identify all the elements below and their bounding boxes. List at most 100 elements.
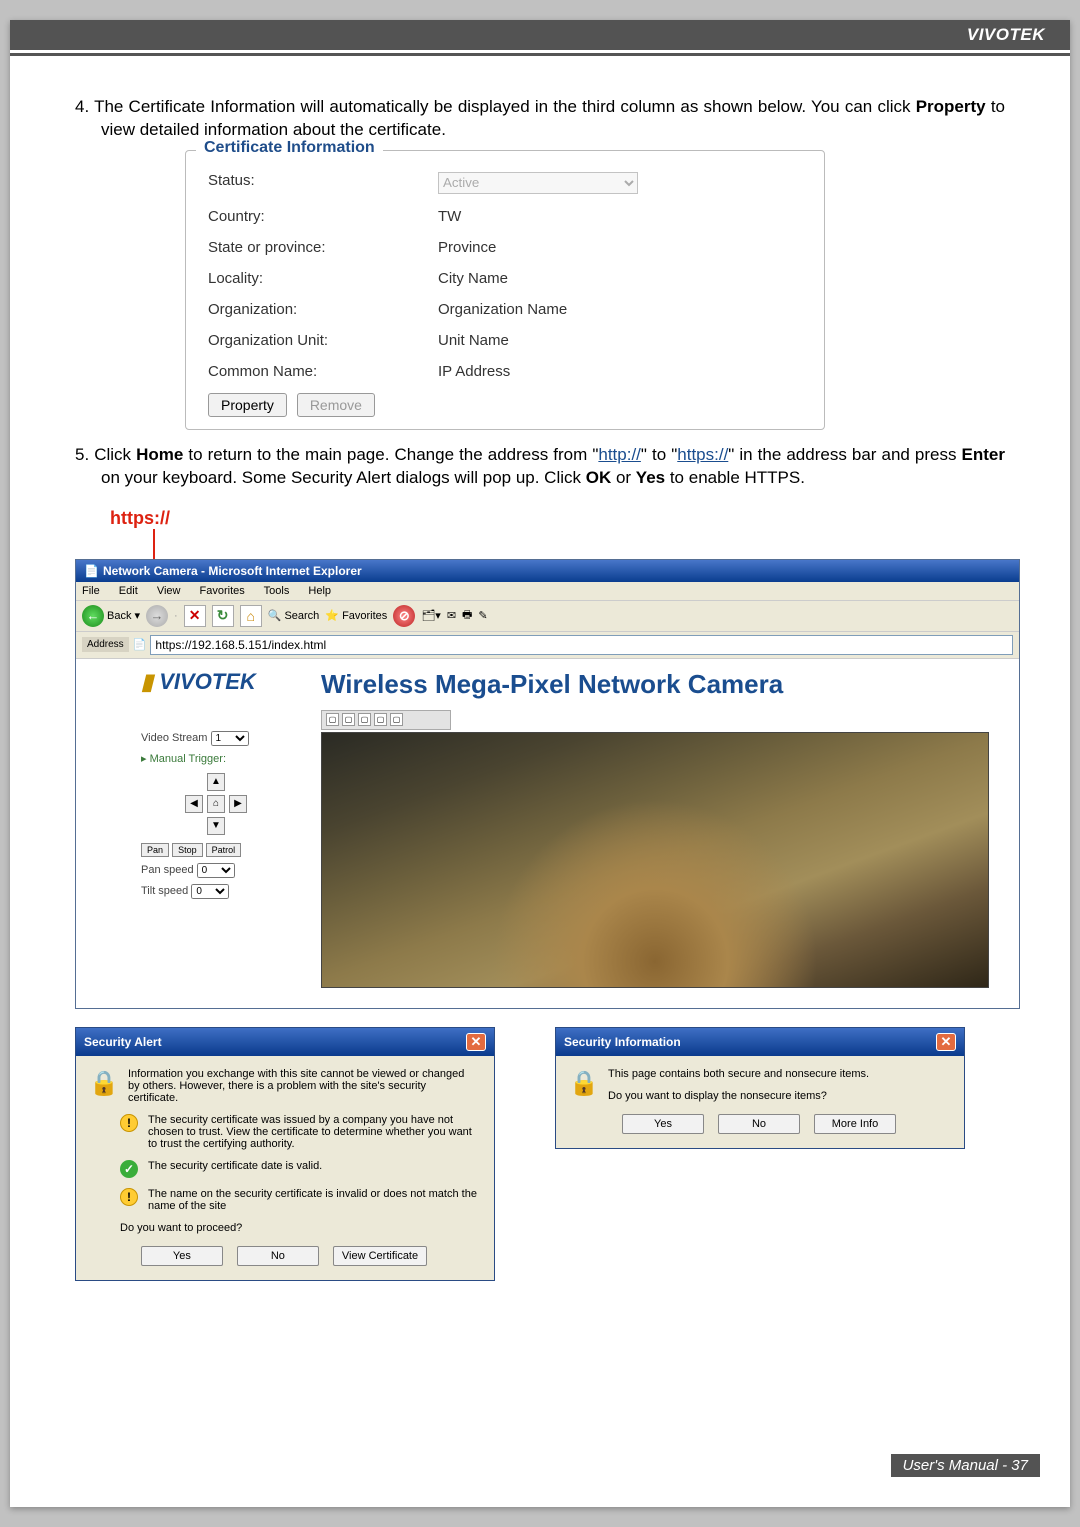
vivotek-logo: ▮ VIVOTEK xyxy=(141,669,291,695)
step-5-text: 5. Click Home to return to the main page… xyxy=(75,444,1005,490)
cert-status-label: Status: xyxy=(208,172,438,194)
property-button[interactable]: Property xyxy=(208,393,287,417)
alert-line-1: The security certificate was issued by a… xyxy=(148,1114,478,1150)
cert-legend: Certificate Information xyxy=(196,139,383,157)
edit-icon[interactable]: ✎ xyxy=(478,609,487,622)
cert-unit-value: Unit Name xyxy=(438,332,802,349)
video-mini-toolbar: ▢ ▢ ▢ ▢ ▢ xyxy=(321,710,451,730)
view-certificate-button[interactable]: View Certificate xyxy=(333,1246,427,1266)
cert-org-value: Organization Name xyxy=(438,301,802,318)
tilt-down-button[interactable]: ▼ xyxy=(207,817,225,835)
vt-icon-3[interactable]: ▢ xyxy=(358,713,371,726)
secinfo-more-button[interactable]: More Info xyxy=(814,1114,896,1134)
alert-yes-button[interactable]: Yes xyxy=(141,1246,223,1266)
menu-tools[interactable]: Tools xyxy=(264,585,290,597)
warning-icon: ! xyxy=(120,1188,138,1206)
camera-video-feed xyxy=(321,732,989,988)
vt-icon-2[interactable]: ▢ xyxy=(342,713,355,726)
arrow-left-icon: ← xyxy=(82,605,104,627)
menu-file[interactable]: File xyxy=(82,585,100,597)
cert-status-select: Active xyxy=(438,172,638,194)
stop-icon[interactable]: ✕ xyxy=(184,605,206,627)
vt-icon-4[interactable]: ▢ xyxy=(374,713,387,726)
brand-header: VIVOTEK xyxy=(967,25,1045,45)
menu-bar[interactable]: File Edit View Favorites Tools Help xyxy=(76,582,1019,600)
history-icon[interactable]: 🗂▾ xyxy=(421,609,441,622)
cert-locality-value: City Name xyxy=(438,270,802,287)
check-icon: ✓ xyxy=(120,1160,138,1178)
search-button[interactable]: 🔍 Search xyxy=(268,609,320,622)
camera-title: Wireless Mega-Pixel Network Camera xyxy=(321,669,989,700)
print-icon[interactable]: 🖶 xyxy=(462,606,472,625)
camera-side-panel: Video Stream 1 ▸ Manual Trigger: ▲ ▼ ◀ ▶… xyxy=(141,695,291,899)
menu-edit[interactable]: Edit xyxy=(119,585,138,597)
https-link[interactable]: https:// xyxy=(677,445,728,464)
mail-icon[interactable]: ✉ xyxy=(447,609,456,622)
secinfo-line-1: This page contains both secure and nonse… xyxy=(608,1068,869,1080)
refresh-icon[interactable]: ↻ xyxy=(212,605,234,627)
alert-line-2: The security certificate date is valid. xyxy=(148,1160,322,1172)
cert-state-value: Province xyxy=(438,239,802,256)
close-icon[interactable]: ✕ xyxy=(936,1033,956,1051)
forward-button[interactable]: → xyxy=(146,605,168,627)
address-label: Address xyxy=(82,637,129,652)
page-footer: User's Manual - 37 xyxy=(891,1454,1040,1477)
menu-favorites[interactable]: Favorites xyxy=(200,585,245,597)
secinfo-title: Security Information xyxy=(564,1035,681,1049)
close-icon[interactable]: ✕ xyxy=(466,1033,486,1051)
alert-title: Security Alert xyxy=(84,1035,162,1049)
security-information-dialog: Security Information ✕ 🔒 This page conta… xyxy=(555,1027,965,1149)
patrol-button[interactable]: Patrol xyxy=(206,843,242,857)
video-stream-select[interactable]: 1 xyxy=(211,731,249,746)
pan-left-button[interactable]: ◀ xyxy=(185,795,203,813)
lock-icon: 🔒 xyxy=(570,1068,598,1100)
favorites-button[interactable]: ⭐ Favorites xyxy=(325,609,387,622)
secinfo-yes-button[interactable]: Yes xyxy=(622,1114,704,1134)
https-callout: https:// xyxy=(110,508,170,529)
alert-no-button[interactable]: No xyxy=(237,1246,319,1266)
certificate-information-panel: Certificate Information Status: Active C… xyxy=(185,150,825,430)
media-icon[interactable]: ⊘ xyxy=(393,605,415,627)
manual-trigger-label[interactable]: Manual Trigger: xyxy=(150,753,226,765)
pan-speed-select[interactable]: 0 xyxy=(197,863,235,878)
ptz-home-button[interactable]: ⌂ xyxy=(207,795,225,813)
browser-window: 📄Network Camera - Microsoft Internet Exp… xyxy=(75,559,1020,1009)
alert-proceed: Do you want to proceed? xyxy=(90,1222,478,1234)
browser-toolbar: ← Back ▾ → · ✕ ↻ ⌂ 🔍 Search ⭐ Favorites … xyxy=(76,600,1019,632)
lock-icon: 🔒 xyxy=(90,1068,118,1100)
tilt-speed-select[interactable]: 0 xyxy=(191,884,229,899)
alert-intro: Information you exchange with this site … xyxy=(128,1068,478,1104)
home-icon[interactable]: ⌂ xyxy=(240,605,262,627)
pan-speed-label: Pan speed xyxy=(141,864,194,876)
back-button[interactable]: ← Back ▾ xyxy=(82,605,140,627)
stop-button[interactable]: Stop xyxy=(172,843,203,857)
cert-state-label: State or province: xyxy=(208,239,438,256)
vt-icon-5[interactable]: ▢ xyxy=(390,713,403,726)
menu-help[interactable]: Help xyxy=(308,585,331,597)
secinfo-line-2: Do you want to display the nonsecure ite… xyxy=(608,1090,869,1102)
ptz-pad: ▲ ▼ ◀ ▶ ⌂ xyxy=(185,773,247,835)
tilt-up-button[interactable]: ▲ xyxy=(207,773,225,791)
step-4-text: 4. The Certificate Information will auto… xyxy=(75,96,1005,142)
alert-line-3: The name on the security certificate is … xyxy=(148,1188,478,1212)
http-link[interactable]: http:// xyxy=(598,445,641,464)
cert-cn-value: IP Address xyxy=(438,363,802,380)
page-icon: 📄 xyxy=(133,638,147,651)
warning-icon: ! xyxy=(120,1114,138,1132)
window-title: 📄Network Camera - Microsoft Internet Exp… xyxy=(76,560,1019,582)
vt-icon-1[interactable]: ▢ xyxy=(326,713,339,726)
video-stream-label: Video Stream xyxy=(141,732,207,744)
cert-cn-label: Common Name: xyxy=(208,363,438,380)
remove-button: Remove xyxy=(297,393,375,417)
pan-button[interactable]: Pan xyxy=(141,843,169,857)
arrow-icon xyxy=(153,529,155,559)
address-input[interactable] xyxy=(150,635,1013,655)
secinfo-no-button[interactable]: No xyxy=(718,1114,800,1134)
cert-locality-label: Locality: xyxy=(208,270,438,287)
cert-country-value: TW xyxy=(438,208,802,225)
cert-unit-label: Organization Unit: xyxy=(208,332,438,349)
security-alert-dialog: Security Alert ✕ 🔒 Information you excha… xyxy=(75,1027,495,1281)
cert-org-label: Organization: xyxy=(208,301,438,318)
pan-right-button[interactable]: ▶ xyxy=(229,795,247,813)
menu-view[interactable]: View xyxy=(157,585,181,597)
